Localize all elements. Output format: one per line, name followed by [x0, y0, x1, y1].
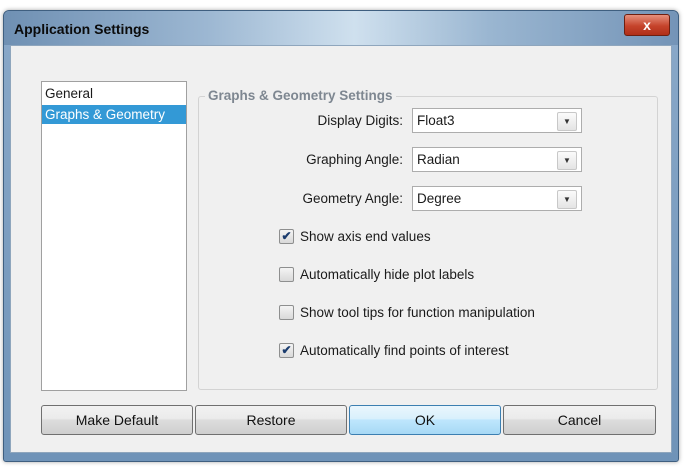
checkmark-icon: ✔ — [281, 343, 292, 357]
application-settings-dialog: Application Settings x General Graphs & … — [3, 10, 679, 462]
ok-button[interactable]: OK — [349, 405, 501, 435]
tool-tips-label: Show tool tips for function manipulation — [300, 304, 535, 320]
geometry-angle-value: Degree — [417, 191, 462, 206]
chevron-down-icon[interactable]: ▼ — [557, 112, 577, 131]
close-icon: x — [643, 17, 651, 33]
chevron-down-icon[interactable]: ▼ — [557, 190, 577, 209]
hide-plot-labels-option[interactable]: Automatically hide plot labels — [279, 264, 474, 284]
display-digits-value: Float3 — [417, 113, 455, 128]
find-points-of-interest-option[interactable]: ✔ Automatically find points of interest — [279, 340, 509, 360]
checkmark-icon: ✔ — [281, 229, 292, 243]
show-axis-end-values-label: Show axis end values — [300, 228, 431, 244]
find-points-of-interest-checkbox[interactable]: ✔ — [279, 342, 294, 358]
close-button[interactable]: x — [624, 14, 670, 36]
hide-plot-labels-checkbox[interactable] — [279, 266, 294, 282]
graphs-geometry-settings-group: Graphs & Geometry Settings Display Digit… — [198, 88, 658, 390]
sidebar-item-graphs-geometry[interactable]: Graphs & Geometry — [42, 105, 186, 124]
display-digits-select[interactable]: Float3 ▼ — [412, 108, 582, 133]
make-default-button[interactable]: Make Default — [41, 405, 193, 435]
cancel-button[interactable]: Cancel — [503, 405, 656, 435]
tool-tips-checkbox[interactable] — [279, 304, 294, 320]
find-points-of-interest-label: Automatically find points of interest — [300, 342, 509, 358]
dialog-title: Application Settings — [14, 21, 150, 37]
show-axis-end-values-checkbox[interactable]: ✔ — [279, 228, 294, 244]
title-bar[interactable]: Application Settings x — [4, 11, 678, 45]
dialog-body: General Graphs & Geometry Graphs & Geome… — [10, 45, 672, 453]
sidebar-item-general[interactable]: General — [42, 84, 186, 103]
graphing-angle-value: Radian — [417, 152, 460, 167]
tool-tips-option[interactable]: Show tool tips for function manipulation — [279, 302, 535, 322]
hide-plot-labels-label: Automatically hide plot labels — [300, 266, 475, 282]
chevron-down-icon[interactable]: ▼ — [557, 151, 577, 170]
show-axis-end-values-option[interactable]: ✔ Show axis end values — [279, 226, 431, 246]
restore-button[interactable]: Restore — [195, 405, 347, 435]
group-title: Graphs & Geometry Settings — [205, 88, 396, 103]
display-digits-label: Display Digits: — [317, 113, 403, 128]
graphing-angle-label: Graphing Angle: — [306, 152, 403, 167]
graphing-angle-select[interactable]: Radian ▼ — [412, 147, 582, 172]
geometry-angle-select[interactable]: Degree ▼ — [412, 186, 582, 211]
category-list: General Graphs & Geometry — [41, 81, 187, 391]
geometry-angle-label: Geometry Angle: — [302, 191, 403, 206]
